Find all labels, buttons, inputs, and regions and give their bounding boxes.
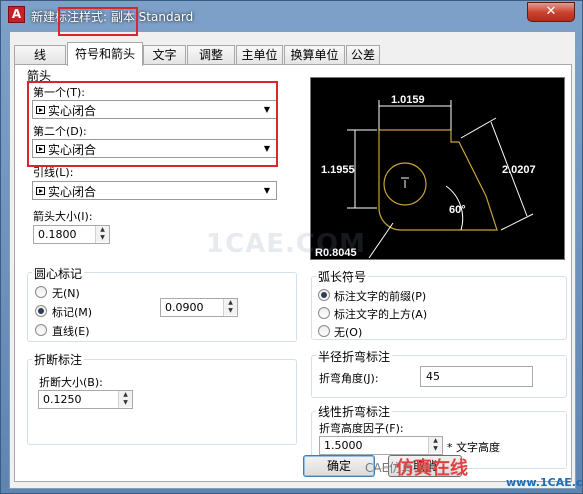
highlight-tab-box — [58, 7, 138, 36]
arc-above-label: 标注文字的上方(A) — [334, 308, 428, 321]
arc-none-label: 无(O) — [334, 326, 363, 339]
preview-part-outline — [378, 129, 498, 231]
jog-height-unit: * 文字高度 — [447, 441, 500, 454]
radius-leader — [368, 222, 394, 259]
arrow-size-value: 0.1800 — [38, 228, 77, 241]
highlight-arrows-box — [27, 81, 278, 167]
tab-primary-units[interactable]: 主单位 — [236, 45, 283, 65]
arrow-size-spinner[interactable]: 0.1800 ▲ ▼ — [33, 225, 110, 244]
tab-fit[interactable]: 调整 — [187, 45, 235, 65]
dialog-window: A 新建标注样式: 副本 Standard ✕ 线 符号和箭头 文字 调整 主单… — [0, 0, 583, 494]
center-mark-label: 标记(M) — [52, 306, 93, 319]
spin-up-icon[interactable]: ▲ — [119, 391, 132, 399]
jog-height-label: 折弯高度因子(F): — [319, 422, 404, 435]
jog-angle-value: 45 — [426, 370, 440, 383]
spin-up-icon[interactable]: ▲ — [96, 226, 109, 234]
spin-up-icon[interactable]: ▲ — [224, 299, 237, 307]
ext-line-5 — [460, 117, 497, 139]
preview-dim-left: 1.1955 — [321, 164, 355, 176]
spin-down-icon[interactable]: ▼ — [119, 399, 132, 407]
close-button[interactable]: ✕ — [527, 2, 575, 22]
preview-dim-top: 1.0159 — [391, 94, 425, 106]
spin-down-icon[interactable]: ▼ — [96, 234, 109, 242]
radius-jog-title: 半径折弯标注 — [316, 348, 393, 365]
spin-down-icon[interactable]: ▼ — [224, 307, 237, 315]
center-mark-size-spinner[interactable]: 0.0900 ▲ ▼ — [160, 298, 238, 317]
spin-down-icon[interactable]: ▼ — [429, 445, 442, 453]
spinner-buttons: ▲ ▼ — [118, 391, 132, 408]
preview-dim-right: 2.0207 — [502, 164, 536, 176]
footer-watermark-site: www.1CAE.com — [506, 476, 583, 489]
center-mark-size-value: 0.0900 — [165, 301, 204, 314]
arc-prefix-radio[interactable] — [318, 289, 330, 301]
linear-jog-title: 线性折弯标注 — [316, 403, 393, 420]
break-title: 折断标注 — [32, 351, 85, 368]
tab-text[interactable]: 文字 — [143, 45, 186, 65]
center-marks-title: 圆心标记 — [32, 265, 85, 282]
tab-alternate-units[interactable]: 换算单位 — [284, 45, 345, 65]
center-none-radio[interactable] — [35, 286, 47, 298]
arc-above-radio[interactable] — [318, 307, 330, 319]
spinner-buttons: ▲ ▼ — [223, 299, 237, 316]
spinner-buttons: ▲ ▼ — [428, 437, 442, 454]
preview-angle: 60° — [449, 204, 466, 216]
arc-prefix-label: 标注文字的前缀(P) — [334, 290, 427, 303]
closed-filled-arrow-icon — [36, 187, 45, 195]
jog-angle-input[interactable]: 45 — [420, 366, 533, 387]
jog-height-value: 1.5000 — [324, 439, 363, 452]
center-mark-radio[interactable] — [35, 305, 47, 317]
tab-symbols-arrows[interactable]: 符号和箭头 — [67, 42, 143, 66]
break-size-label: 折断大小(B): — [39, 376, 103, 389]
arc-length-title: 弧长符号 — [316, 268, 369, 285]
tab-lines[interactable]: 线 — [14, 45, 66, 65]
arc-none-radio[interactable] — [318, 325, 330, 337]
center-line-label: 直线(E) — [52, 325, 90, 338]
arrow-size-label: 箭头大小(I): — [33, 210, 93, 223]
center-line-radio[interactable] — [35, 324, 47, 336]
jog-height-spinner[interactable]: 1.5000 ▲ ▼ — [319, 436, 443, 455]
leader-arrow-combo[interactable]: 实心闭合 ▼ — [32, 181, 277, 200]
tab-strip: 线 符号和箭头 文字 调整 主单位 换算单位 公差 — [14, 42, 574, 66]
tab-tolerances[interactable]: 公差 — [346, 45, 380, 65]
center-watermark: 1CAE.COM — [206, 229, 366, 259]
jog-angle-label: 折弯角度(J): — [319, 372, 379, 385]
spinner-buttons: ▲ ▼ — [95, 226, 109, 243]
break-size-spinner[interactable]: 0.1250 ▲ ▼ — [38, 390, 133, 409]
leader-arrow-value: 实心闭合 — [48, 185, 97, 199]
center-none-label: 无(N) — [52, 287, 80, 300]
autocad-app-icon: A — [8, 6, 25, 23]
ext-line-6 — [500, 213, 534, 231]
break-size-value: 0.1250 — [43, 393, 82, 406]
spin-up-icon[interactable]: ▲ — [429, 437, 442, 445]
chevron-down-icon: ▼ — [263, 186, 271, 195]
footer-watermark-cn: 仿真在线 — [396, 458, 468, 479]
